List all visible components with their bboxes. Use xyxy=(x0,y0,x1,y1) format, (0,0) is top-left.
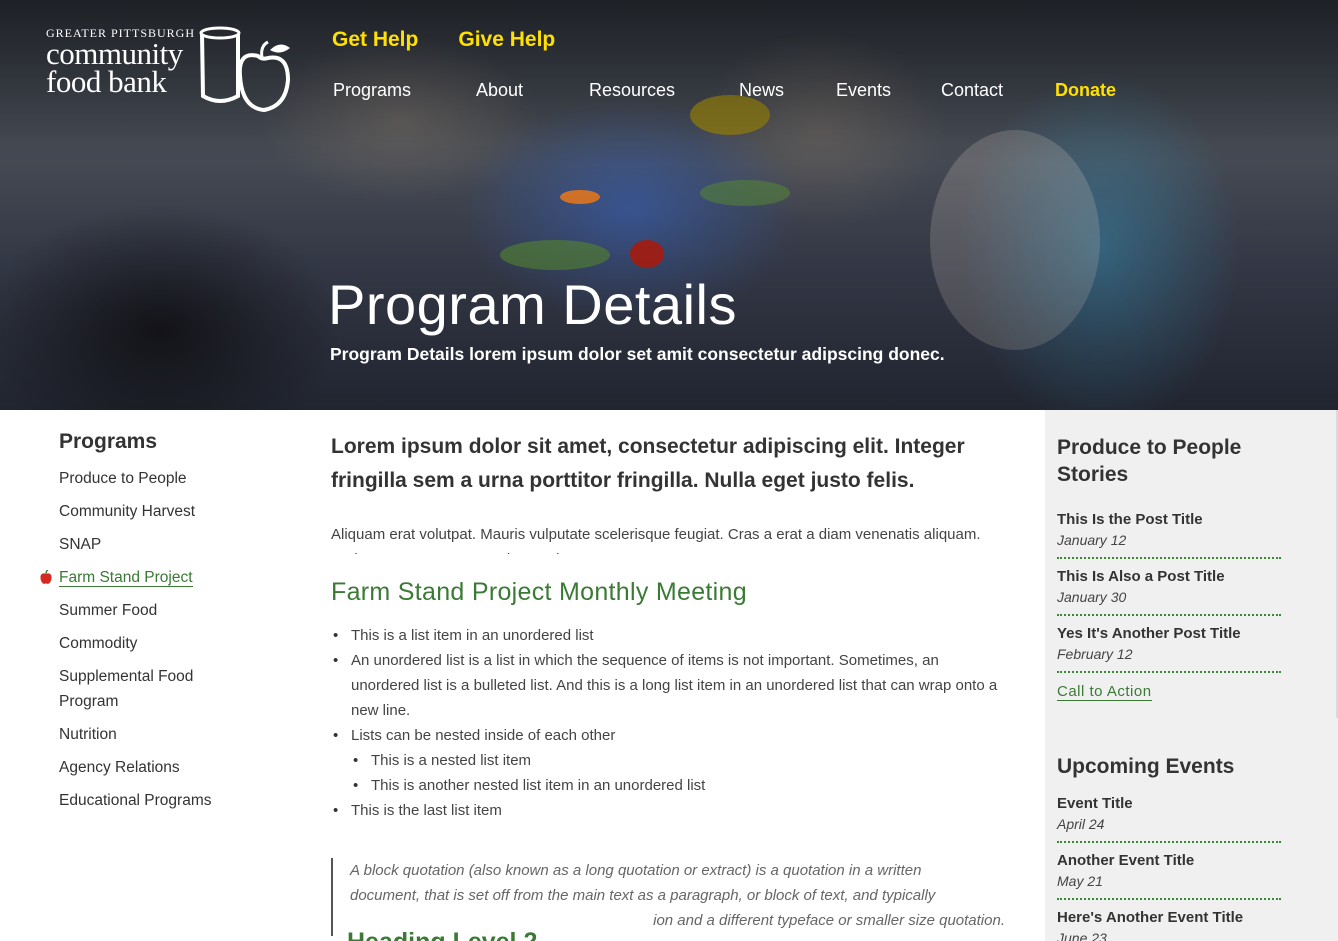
list-item: An unordered list is a list in which the… xyxy=(331,648,1011,723)
give-help-link[interactable]: Give Help xyxy=(458,28,555,52)
post-item[interactable]: This Is the Post Title January 12 xyxy=(1057,502,1281,559)
sidebar-item-farm-stand-project[interactable]: Farm Stand Project xyxy=(40,565,279,590)
stories-heading: Produce to People Stories xyxy=(1057,436,1242,486)
nested-list-item: This is a nested list item xyxy=(331,748,1011,773)
main-content: Lorem ipsum dolor sit amet, consectetur … xyxy=(331,430,1011,941)
sidebar-item-label: Farm Stand Project xyxy=(59,569,193,587)
sidebar-item-nutrition[interactable]: Nutrition xyxy=(59,722,279,747)
nav-programs[interactable]: Programs xyxy=(333,80,411,101)
post-date: January 12 xyxy=(1057,532,1127,548)
block-quote: A block quotation (also known as a long … xyxy=(331,858,1011,936)
list-item: This is a list item in an unordered list xyxy=(331,623,1011,648)
post-item[interactable]: Yes It's Another Post Title February 12 xyxy=(1057,616,1281,673)
event-item[interactable]: Another Event Title May 21 xyxy=(1057,843,1281,900)
sidebar-item-commodity[interactable]: Commodity xyxy=(59,631,279,656)
sidebar-item-produce-to-people[interactable]: Produce to People xyxy=(59,466,279,491)
post-title: This Is Also a Post Title xyxy=(1057,568,1225,585)
main-nav: Programs About Resources News Events Con… xyxy=(0,80,1338,104)
sidebar-item-summer-food[interactable]: Summer Food xyxy=(59,598,279,623)
nav-resources[interactable]: Resources xyxy=(589,80,675,101)
sidebar-item-label: Supplemental Food Program xyxy=(59,668,194,710)
sidebar-item-label: Commodity xyxy=(59,635,138,652)
post-date: January 30 xyxy=(1057,589,1127,605)
nested-list: This is a nested list item This is anoth… xyxy=(331,748,1011,798)
events-heading: Upcoming Events xyxy=(1057,755,1235,778)
section-sidebar: Programs Produce to People Community Har… xyxy=(40,430,279,821)
stories-widget: Produce to People Stories This Is the Po… xyxy=(1057,434,1281,701)
event-item[interactable]: Here's Another Event Title June 23 xyxy=(1057,900,1281,941)
sidebar-item-label: Community Harvest xyxy=(59,503,196,520)
page-title: Program Details xyxy=(328,273,737,336)
nav-donate[interactable]: Donate xyxy=(1055,80,1116,101)
hero-banner: GREATER PITTSBURGH community food bank G… xyxy=(0,0,1338,410)
sidebar-item-label: Educational Programs xyxy=(59,792,212,809)
event-date: May 21 xyxy=(1057,873,1103,889)
event-title: Here's Another Event Title xyxy=(1057,909,1244,926)
nav-events[interactable]: Events xyxy=(836,80,891,101)
sidebar-heading: Programs xyxy=(59,430,158,453)
event-title: Event Title xyxy=(1057,795,1133,812)
sidebar-item-label: Summer Food xyxy=(59,602,158,619)
quote-line: document, that is set off from the main … xyxy=(350,887,936,904)
call-to-action-link[interactable]: Call to Action xyxy=(1057,683,1152,701)
post-date: February 12 xyxy=(1057,646,1133,662)
bullet-list: This is a list item in an unordered list… xyxy=(331,623,1011,823)
apple-icon xyxy=(40,570,52,584)
body-paragraph: Aliquam erat volutpat. Mauris vulputate … xyxy=(331,526,981,554)
sidebar-item-snap[interactable]: SNAP xyxy=(59,532,279,557)
event-item[interactable]: Event Title April 24 xyxy=(1057,786,1281,843)
nav-contact[interactable]: Contact xyxy=(941,80,1003,101)
sidebar-item-community-harvest[interactable]: Community Harvest xyxy=(59,499,279,524)
nested-list-item: This is another nested list item in an u… xyxy=(331,773,1011,798)
list-item: Lists can be nested inside of each other xyxy=(331,723,1011,748)
sidebar-item-label: SNAP xyxy=(59,536,102,553)
sidebar-item-educational-programs[interactable]: Educational Programs xyxy=(59,788,279,813)
nav-about[interactable]: About xyxy=(476,80,523,101)
sidebar-item-supplemental-food-program[interactable]: Supplemental Food Program xyxy=(59,664,219,714)
right-sidebar: Produce to People Stories This Is the Po… xyxy=(1045,410,1338,941)
post-item[interactable]: This Is Also a Post Title January 30 xyxy=(1057,559,1281,616)
get-help-link[interactable]: Get Help xyxy=(332,28,418,52)
list-item: This is the last list item xyxy=(331,798,1011,823)
post-title: This Is the Post Title xyxy=(1057,511,1203,528)
post-title: Yes It's Another Post Title xyxy=(1057,625,1241,642)
sidebar-item-label: Produce to People xyxy=(59,470,187,487)
heading-level-2: Heading Level 2 xyxy=(347,928,537,941)
section-heading: Farm Stand Project Monthly Meeting xyxy=(331,578,747,606)
nav-news[interactable]: News xyxy=(739,80,784,101)
event-date: April 24 xyxy=(1057,816,1105,832)
sidebar-item-label: Agency Relations xyxy=(59,759,180,776)
sidebar-item-label: Nutrition xyxy=(59,726,117,743)
page-subtitle: Program Details lorem ipsum dolor set am… xyxy=(330,344,945,364)
lead-paragraph: Lorem ipsum dolor sit amet, consectetur … xyxy=(331,435,965,492)
events-widget: Upcoming Events Event Title April 24 Ano… xyxy=(1057,753,1281,941)
quote-line: A block quotation (also known as a long … xyxy=(350,862,922,879)
event-date: June 23 xyxy=(1057,930,1107,941)
sidebar-item-agency-relations[interactable]: Agency Relations xyxy=(59,755,279,780)
event-title: Another Event Title xyxy=(1057,852,1195,869)
utility-nav: Get Help Give Help xyxy=(332,28,555,52)
